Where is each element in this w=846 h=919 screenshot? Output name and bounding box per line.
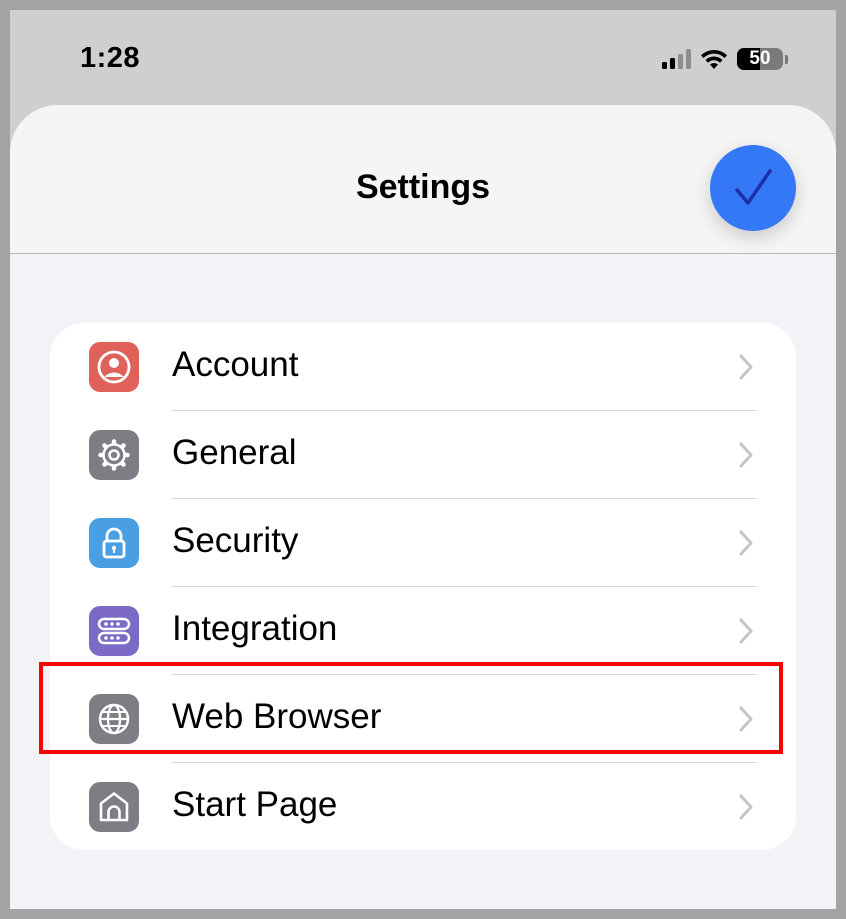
settings-item-security[interactable]: Security <box>50 499 796 587</box>
settings-item-start-page[interactable]: Start Page <box>50 763 796 850</box>
settings-item-label: Security <box>172 521 299 560</box>
settings-item-web-browser[interactable]: Web Browser <box>50 675 796 763</box>
settings-item-label: General <box>172 433 297 472</box>
house-icon <box>89 782 139 832</box>
status-time: 1:28 <box>80 42 141 74</box>
settings-item-account[interactable]: Account <box>50 323 796 411</box>
settings-item-label: Account <box>172 345 299 384</box>
sheet-header: Settings <box>10 105 836 254</box>
server-icon <box>89 606 139 656</box>
gear-icon <box>89 430 139 480</box>
phone-screen: 1:28 50 Settings Account General Securit… <box>10 10 836 909</box>
checkmark-icon <box>735 169 772 205</box>
globe-icon <box>89 694 139 744</box>
lock-icon <box>89 518 139 568</box>
chevron-right-icon <box>739 442 753 468</box>
battery-icon: 50 <box>737 48 783 70</box>
battery-indicator: 50 <box>737 48 788 70</box>
chevron-right-icon <box>739 794 753 820</box>
settings-item-general[interactable]: General <box>50 411 796 499</box>
settings-item-label: Start Page <box>172 785 338 824</box>
done-button[interactable] <box>710 145 796 231</box>
wifi-icon <box>701 49 727 69</box>
settings-item-label: Integration <box>172 609 338 648</box>
settings-item-integration[interactable]: Integration <box>50 587 796 675</box>
status-icons: 50 <box>662 46 788 72</box>
settings-list: Account General Security Integration Web… <box>50 323 796 850</box>
person-circle-icon <box>89 342 139 392</box>
chevron-right-icon <box>739 354 753 380</box>
cellular-signal-icon <box>662 49 691 69</box>
chevron-right-icon <box>739 618 753 644</box>
battery-level: 50 <box>749 48 771 69</box>
chevron-right-icon <box>739 706 753 732</box>
settings-sheet: Settings Account General Security Integr… <box>10 105 836 909</box>
chevron-right-icon <box>739 530 753 556</box>
settings-item-label: Web Browser <box>172 697 382 736</box>
